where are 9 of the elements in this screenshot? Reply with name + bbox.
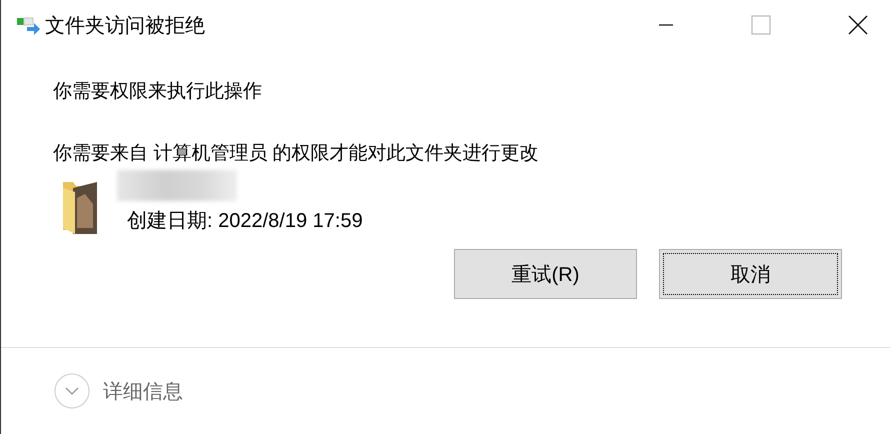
- close-icon[interactable]: [848, 15, 868, 35]
- dialog-button[interactable]: 取消: [659, 249, 842, 299]
- window-title: 文件夹访问被拒绝: [45, 14, 205, 38]
- message-text: 你需要来自 计算机管理员 的权限才能对此文件夹进行更改: [53, 142, 540, 166]
- created-date: 创建日期: 2022/8/19 17:59: [127, 209, 363, 234]
- dialog-button[interactable]: 重试(R): [454, 249, 637, 299]
- move-arrow-icon: [15, 15, 41, 35]
- details-label[interactable]: 详细信息: [103, 378, 183, 404]
- message-text: 你需要权限来执行此操作: [53, 80, 263, 104]
